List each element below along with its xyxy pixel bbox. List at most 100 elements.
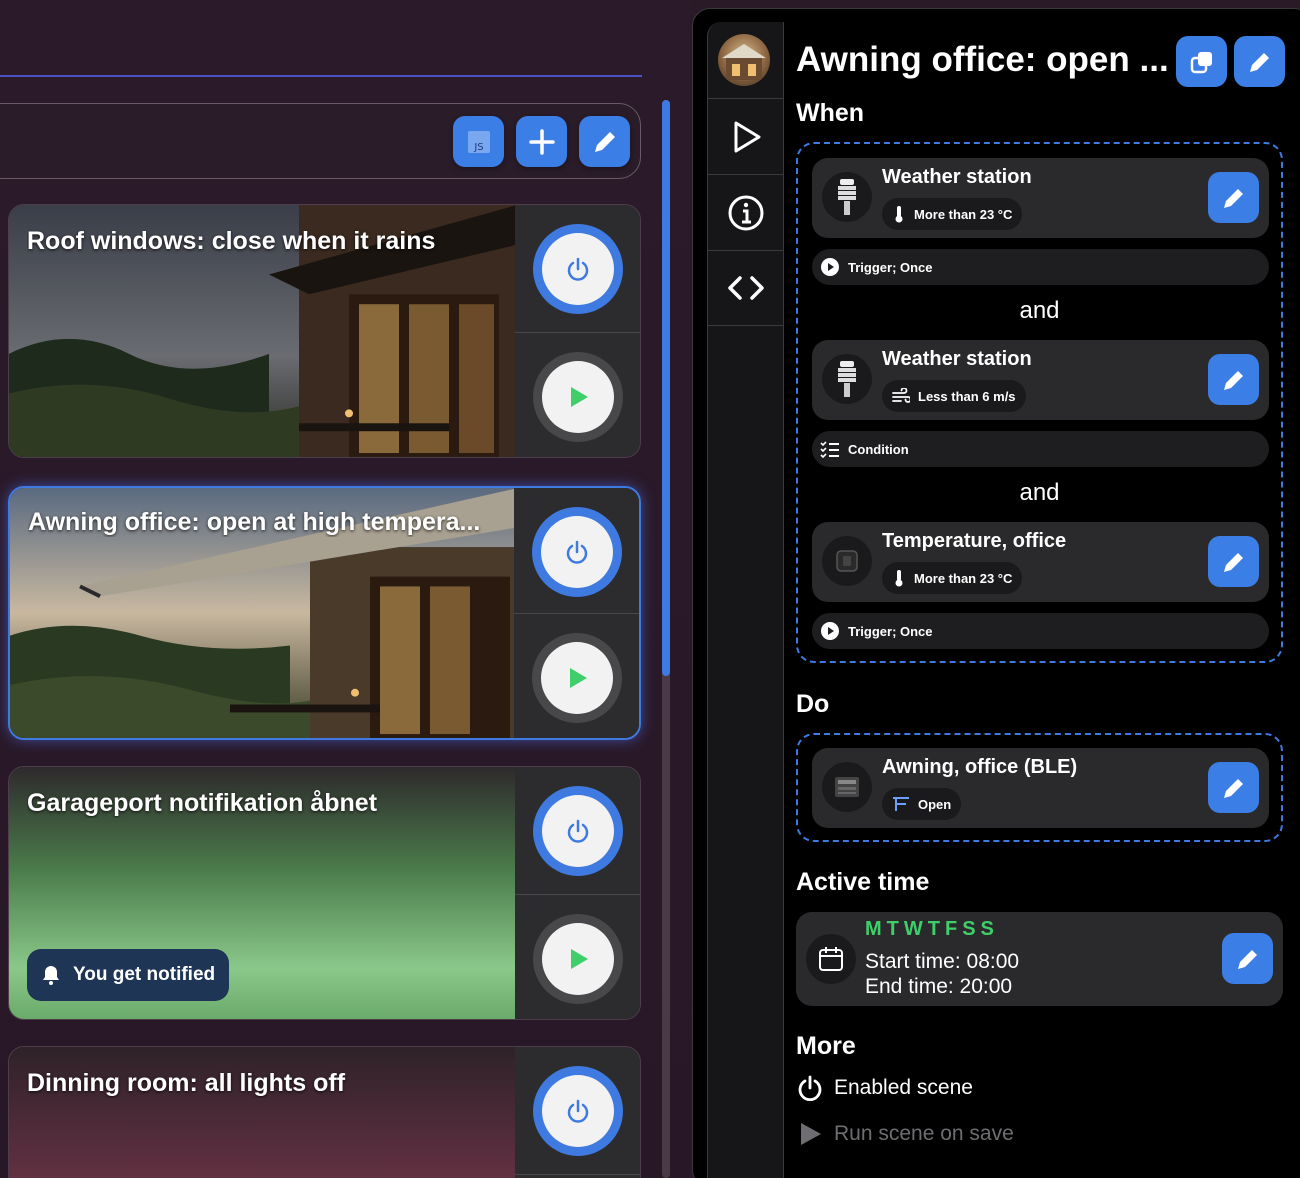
pencil-icon: [1223, 552, 1243, 572]
action-value: Open: [918, 796, 952, 812]
play-icon: [570, 668, 587, 688]
scene-title: Awning office: open at high tempera...: [28, 508, 481, 536]
power-icon: [567, 1099, 589, 1123]
action-item[interactable]: Awning, office (BLE) Open: [812, 748, 1269, 828]
scene-card-dinning-room[interactable]: Dinning room: all lights off: [8, 1046, 641, 1178]
scene-card-awning-office[interactable]: Awning office: open at high tempera...: [8, 486, 641, 740]
scene-card-roof-windows[interactable]: Roof windows: close when it rains: [8, 204, 641, 458]
condition-type-bar: Condition: [812, 431, 1269, 467]
scene-controls: [515, 767, 640, 1019]
condition-type-label: Trigger; Once: [848, 259, 933, 275]
thermometer-icon: [895, 570, 903, 587]
run-scene-button[interactable]: [533, 914, 623, 1004]
notification-label: You get notified: [73, 964, 216, 985]
scene-title: Roof windows: close when it rains: [27, 227, 436, 255]
pencil-icon: [1223, 188, 1243, 208]
active-time-heading: Active time: [796, 868, 930, 896]
pencil-icon: [594, 131, 615, 152]
scrollbar-thumb[interactable]: [662, 100, 670, 676]
power-icon: [567, 257, 589, 281]
device-name: Weather station: [882, 166, 1032, 188]
info-tab[interactable]: [708, 174, 783, 250]
temperature-sensor-icon: [822, 536, 872, 586]
condition-item[interactable]: Temperature, office More than 23 °C: [812, 522, 1269, 602]
and-label: and: [1019, 479, 1060, 506]
pencil-icon: [1237, 949, 1257, 969]
edit-condition-button[interactable]: [1208, 536, 1259, 587]
condition-chip: Less than 6 m/s: [882, 380, 1026, 412]
edit-active-time-button[interactable]: [1222, 933, 1273, 984]
condition-item[interactable]: Weather station Less than 6 m/s: [812, 340, 1269, 420]
run-on-save-toggle[interactable]: Run scene on save: [796, 1120, 1014, 1148]
scene-controls: [515, 205, 640, 457]
run-scene-button[interactable]: [533, 352, 623, 442]
edit-scene-button[interactable]: [1234, 36, 1285, 87]
run-scene-button[interactable]: [532, 633, 622, 723]
play-circle-icon: [821, 622, 839, 640]
plus-icon: [528, 128, 555, 155]
pencil-icon: [1223, 370, 1243, 390]
condition-type-label: Trigger; Once: [848, 623, 933, 639]
play-icon: [571, 387, 588, 407]
edit-condition-button[interactable]: [1208, 172, 1259, 223]
scene-card-garageport[interactable]: Garageport notifikation åbnet You get no…: [8, 766, 641, 1020]
js-button[interactable]: JS: [453, 116, 504, 167]
device-name: Temperature, office: [882, 530, 1067, 552]
active-time-card[interactable]: MTWTFSS Start time: 08:00 End time: 20:0…: [796, 912, 1283, 1006]
enabled-scene-label: Enabled scene: [834, 1076, 973, 1099]
edit-action-button[interactable]: [1208, 762, 1259, 813]
thermometer-icon: [895, 206, 903, 223]
code-tab[interactable]: [708, 250, 783, 326]
condition-value: More than 23 °C: [914, 206, 1013, 222]
do-actions-box: Awning, office (BLE) Open: [796, 733, 1283, 842]
copy-icon: [1190, 51, 1212, 73]
end-time: End time: 20:00: [865, 975, 1013, 998]
bell-icon: [43, 966, 59, 985]
action-chip: Open: [882, 788, 962, 820]
power-icon: [567, 819, 589, 843]
play-circle-icon: [821, 258, 839, 276]
header-divider: [0, 75, 642, 77]
condition-type-bar: Trigger; Once: [812, 249, 1269, 285]
toggle-scene-button[interactable]: [533, 1066, 623, 1156]
when-conditions-box: Weather station More than 23 °C Trigger;…: [796, 142, 1283, 663]
scene-controls: [514, 488, 639, 738]
power-icon: [566, 540, 588, 564]
scene-avatar: [718, 34, 770, 86]
condition-type-label: Condition: [848, 441, 909, 457]
play-icon: [571, 949, 588, 969]
toggle-scene-button[interactable]: [533, 224, 623, 314]
edit-list-button[interactable]: [579, 116, 630, 167]
calendar-icon: [806, 934, 856, 984]
condition-item[interactable]: Weather station More than 23 °C: [812, 158, 1269, 238]
code-icon: [727, 276, 764, 300]
add-scene-button[interactable]: [516, 116, 567, 167]
duplicate-button[interactable]: [1176, 36, 1227, 87]
panel-title: Awning office: open ...: [796, 40, 1169, 79]
condition-chip: More than 23 °C: [882, 562, 1023, 594]
weather-station-icon: [822, 172, 872, 222]
scene-controls: [515, 1047, 640, 1178]
condition-chip: More than 23 °C: [882, 198, 1023, 230]
condition-value: Less than 6 m/s: [918, 388, 1016, 404]
play-outline-icon: [734, 121, 760, 152]
info-icon: [728, 195, 763, 230]
when-heading: When: [796, 99, 865, 127]
device-name: Awning, office (BLE): [882, 756, 1078, 778]
pencil-icon: [1249, 52, 1269, 72]
condition-type-bar: Trigger; Once: [812, 613, 1269, 649]
toggle-scene-button[interactable]: [532, 507, 622, 597]
list-icon: [820, 441, 839, 458]
svg-text:JS: JS: [473, 142, 483, 153]
edit-condition-button[interactable]: [1208, 354, 1259, 405]
weather-station-icon: [822, 354, 872, 404]
condition-value: More than 23 °C: [914, 570, 1013, 586]
enabled-scene-toggle[interactable]: Enabled scene: [796, 1074, 973, 1102]
run-tab[interactable]: [708, 98, 783, 174]
editor-side-rail: [707, 22, 784, 1178]
scene-toolbar: JS: [0, 103, 641, 179]
pencil-icon: [1223, 778, 1243, 798]
toggle-scene-button[interactable]: [533, 786, 623, 876]
power-icon: [798, 1075, 822, 1102]
do-heading: Do: [796, 690, 830, 718]
